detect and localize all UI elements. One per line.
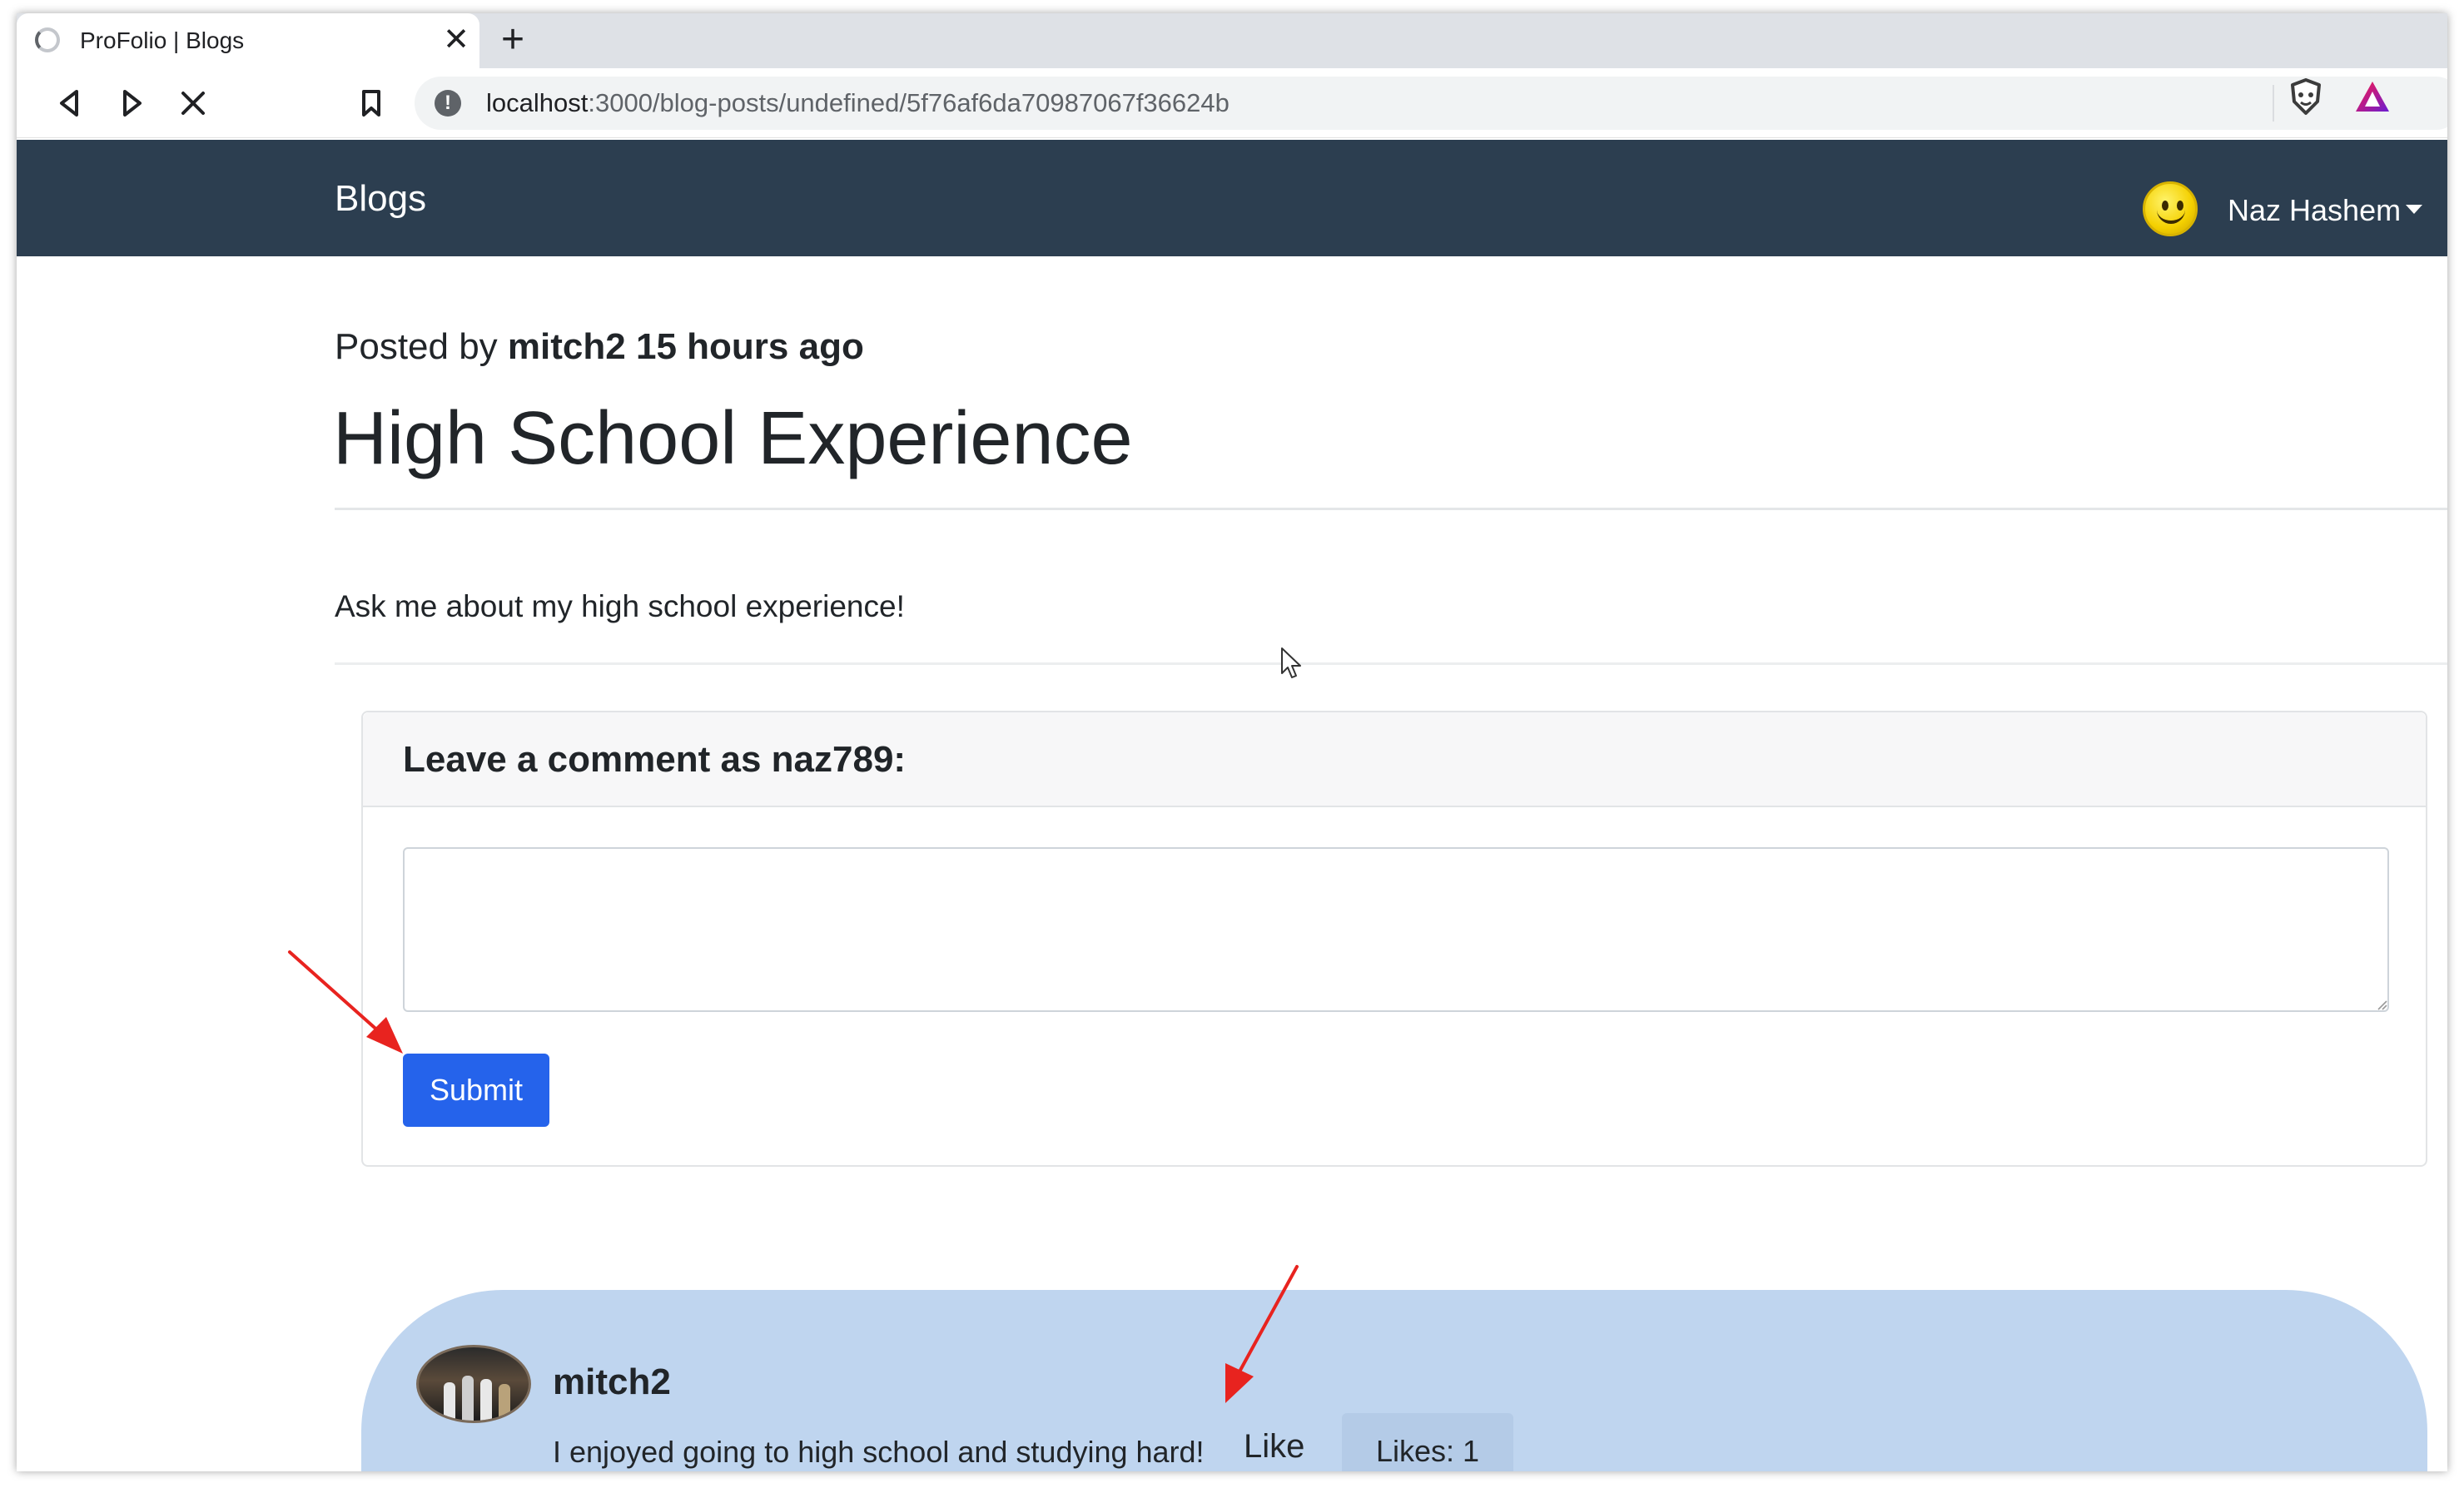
browser-window: ProFolio | Blogs ✕ + ! localhost:3000/bl…	[17, 13, 2447, 1471]
caret-down-icon[interactable]	[2406, 205, 2422, 214]
smiley-avatar-icon[interactable]	[2143, 181, 2198, 236]
commenter-avatar	[416, 1345, 531, 1423]
url-text[interactable]: localhost:3000/blog-posts/undefined/5f76…	[486, 88, 1230, 118]
avatar-mouth	[2157, 209, 2185, 224]
comment-form-card: Leave a comment as naz789: Submit	[361, 711, 2427, 1167]
avatar-figure	[444, 1382, 455, 1421]
url-path: :3000/blog-posts/undefined/5f76af6da7098…	[588, 88, 1230, 117]
brave-rewards-icon[interactable]	[2352, 77, 2392, 117]
post-time: 15 hours ago	[635, 326, 864, 367]
user-menu-toggle[interactable]: Naz Hashem	[2228, 193, 2401, 228]
annotation-arrow-icon	[1225, 1265, 1299, 1403]
navbar-brand[interactable]: Blogs	[335, 178, 426, 220]
post-body: Ask me about my high school experience!	[335, 589, 905, 623]
bookmark-icon[interactable]	[348, 80, 395, 126]
back-icon[interactable]	[47, 80, 93, 126]
post-author: mitch2	[507, 326, 626, 367]
post-meta: Posted by mitch2 15 hours ago	[335, 326, 864, 368]
comment-textarea[interactable]	[403, 847, 2389, 1012]
active-tab[interactable]: ProFolio | Blogs ✕	[17, 13, 479, 68]
comment-form-heading: Leave a comment as naz789:	[403, 739, 907, 780]
comment-form-header: Leave a comment as naz789:	[363, 712, 2426, 807]
site-navbar: Blogs Naz Hashem	[17, 140, 2447, 256]
resize-grip-icon[interactable]	[2376, 999, 2387, 1010]
avatar-figure	[499, 1384, 510, 1421]
info-icon[interactable]: !	[435, 90, 461, 117]
loading-spinner-icon	[35, 27, 60, 52]
title-divider	[335, 508, 2447, 510]
comment-author[interactable]: mitch2	[553, 1362, 671, 1403]
annotation-arrow-icon	[288, 950, 403, 1054]
toolbar-divider	[2273, 85, 2274, 122]
likes-count: Likes: 1	[1342, 1413, 1513, 1471]
stop-icon[interactable]	[170, 80, 216, 126]
comment-text: I enjoyed going to high school and study…	[553, 1435, 1205, 1469]
avatar-figure	[480, 1379, 492, 1421]
url-host: localhost	[486, 88, 589, 117]
tab-strip: ProFolio | Blogs ✕ +	[17, 13, 2447, 68]
browser-toolbar: ! localhost:3000/blog-posts/undefined/5f…	[17, 68, 2447, 138]
forward-icon[interactable]	[108, 80, 155, 126]
comment-item: mitch2 I enjoyed going to high school an…	[361, 1290, 2427, 1471]
posted-prefix: Posted by	[335, 326, 498, 367]
mouse-cursor-icon	[1281, 647, 1301, 678]
like-button[interactable]: Like	[1244, 1428, 1304, 1466]
plus-icon[interactable]: +	[491, 18, 534, 62]
avatar-figure	[462, 1376, 474, 1421]
address-bar[interactable]: ! localhost:3000/blog-posts/undefined/5f…	[415, 77, 2447, 130]
close-icon[interactable]: ✕	[438, 22, 474, 58]
submit-button[interactable]: Submit	[403, 1054, 549, 1127]
post-title: High School Experience	[333, 397, 1133, 480]
body-divider	[335, 662, 2447, 665]
brave-shield-icon[interactable]	[2286, 77, 2326, 117]
tab-title: ProFolio | Blogs	[80, 27, 245, 53]
